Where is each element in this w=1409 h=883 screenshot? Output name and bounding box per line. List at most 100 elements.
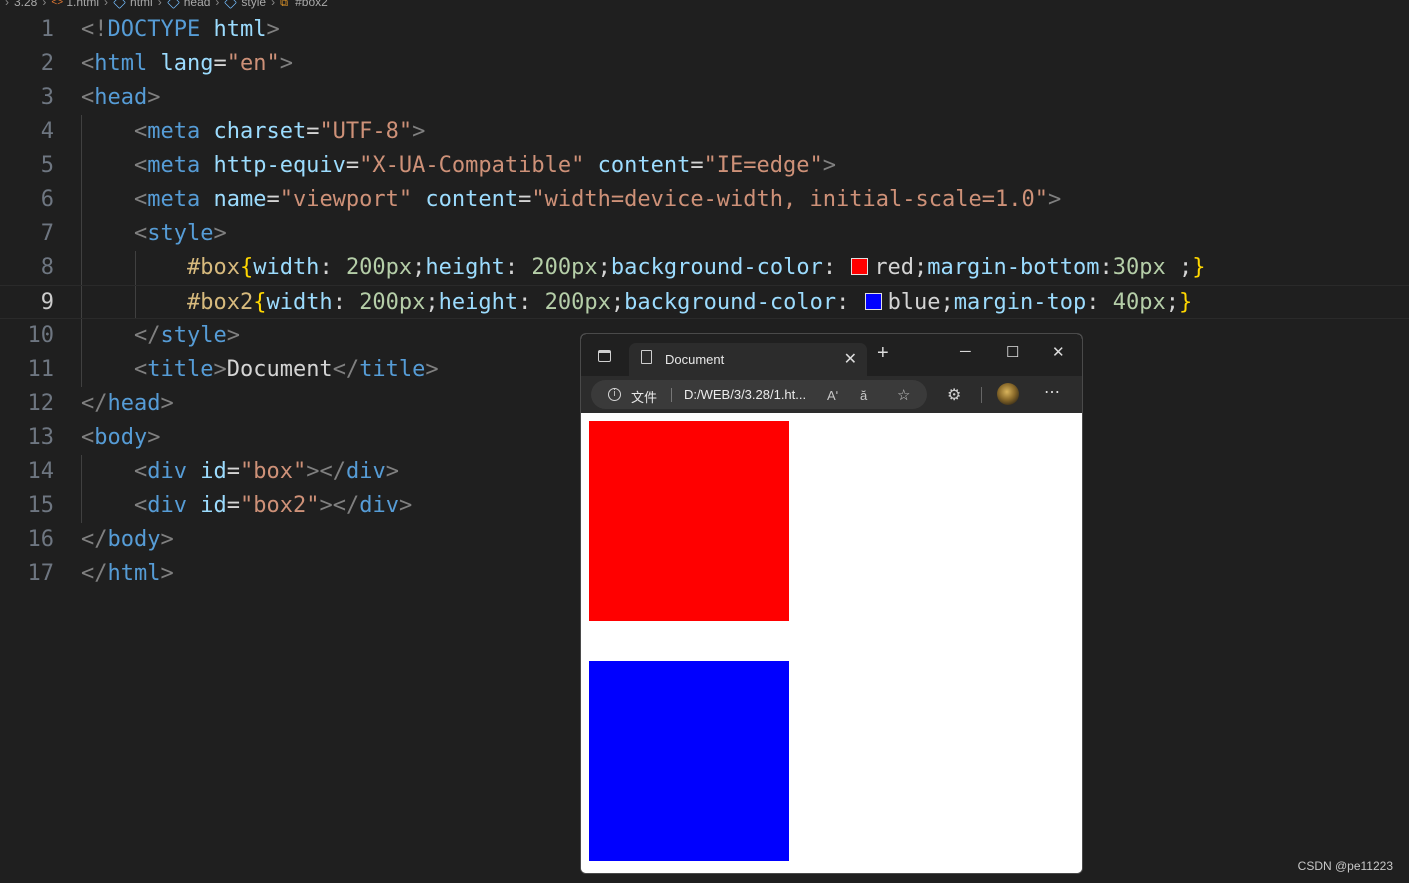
code-token: ;	[610, 290, 625, 315]
code-text: <style>	[81, 217, 227, 251]
code-line[interactable]: 4 <meta charset="UTF-8">	[0, 115, 1409, 149]
code-line[interactable]: 3 <head>	[0, 81, 1409, 115]
code-token: >	[147, 425, 161, 450]
code-token: html	[213, 17, 267, 42]
chevron-right-icon: ›	[5, 0, 9, 9]
html-file-icon: <>	[51, 0, 64, 8]
code-text: <!DOCTYPE html>	[81, 13, 280, 47]
code-text: </head>	[81, 387, 174, 421]
color-swatch[interactable]	[864, 293, 882, 310]
code-text: </html>	[81, 557, 174, 591]
page-viewport	[581, 413, 1082, 873]
chevron-right-icon: ›	[271, 0, 276, 9]
code-token: ;	[412, 255, 426, 280]
code-token: margin-top	[953, 290, 1087, 315]
tab-actions-icon[interactable]	[598, 350, 611, 362]
code-token: >	[822, 153, 837, 178]
code-line[interactable]: 8 #box{width: 200px;height: 200px;backgr…	[0, 251, 1409, 285]
code-line[interactable]: 9 #box2{width: 200px;height: 200px;backg…	[0, 285, 1409, 319]
code-text: <head>	[81, 81, 160, 115]
css-selector-icon: ⧉	[280, 0, 288, 9]
code-token: >	[1047, 187, 1062, 212]
profile-avatar[interactable]	[997, 383, 1019, 405]
code-token: }	[1192, 255, 1206, 280]
browser-toolbar: i 文件 D:/WEB/3/3.28/1.ht... Aʹ ă ☆ ⚙ ⋯	[581, 376, 1082, 413]
breadcrumb-selector[interactable]: › ⧉ #box2	[266, 0, 328, 9]
code-token: :	[319, 255, 346, 280]
info-icon[interactable]: i	[608, 388, 621, 401]
code-line[interactable]: 1 <!DOCTYPE html>	[0, 13, 1409, 47]
code-token: "width=device-width, initial-scale=1.0"	[531, 187, 1048, 212]
code-text: <meta name="viewport" content="width=dev…	[81, 183, 1061, 217]
read-aloud-icon[interactable]: Aʹ	[827, 388, 838, 403]
code-token: head	[94, 85, 148, 110]
line-number: 4	[40, 119, 54, 144]
code-token: :	[1086, 290, 1113, 315]
address-bar[interactable]: i 文件 D:/WEB/3/3.28/1.ht... Aʹ ă ☆	[591, 380, 927, 409]
more-options-icon[interactable]: ⋯	[1044, 382, 1061, 402]
code-text: <meta http-equiv="X-UA-Compatible" conte…	[81, 149, 836, 183]
code-token: :	[332, 290, 360, 315]
breadcrumb-head[interactable]: › head	[153, 0, 210, 9]
code-line[interactable]: 2 <html lang="en">	[0, 47, 1409, 81]
code-line[interactable]: 5 <meta http-equiv="X-UA-Compatible" con…	[0, 149, 1409, 183]
browser-tab[interactable]: Document ✕	[629, 343, 867, 377]
chevron-right-icon: ›	[104, 0, 109, 9]
red-box	[589, 421, 789, 621]
code-text: <html lang="en">	[81, 47, 293, 81]
code-text: <body>	[81, 421, 160, 455]
breadcrumb-style[interactable]: › style	[210, 0, 266, 9]
code-token: content	[597, 153, 691, 178]
color-swatch[interactable]	[851, 258, 869, 275]
line-number: 8	[40, 255, 54, 280]
minimize-icon[interactable]: ─	[960, 343, 971, 360]
code-token: Document	[226, 357, 333, 382]
favorite-star-icon[interactable]: ☆	[897, 386, 910, 404]
code-token: div	[147, 459, 187, 484]
line-number: 17	[27, 561, 55, 586]
code-token: :	[822, 255, 850, 280]
code-token: 200px	[531, 255, 598, 280]
url-text[interactable]: D:/WEB/3/3.28/1.ht...	[684, 387, 806, 402]
line-number: 9	[40, 290, 54, 315]
translate-icon[interactable]: ă	[860, 388, 867, 403]
line-number: 6	[40, 187, 54, 212]
browser-window: Document ✕ + ─ ☐ ✕ i 文件 D:/WEB/3/3.28/1.…	[580, 333, 1083, 874]
code-token: #box	[186, 255, 240, 280]
code-line[interactable]: 6 <meta name="viewport" content="width=d…	[0, 183, 1409, 217]
code-token: "box2"	[239, 493, 320, 518]
chevron-right-icon: ›	[42, 0, 47, 9]
code-token: "IE=edge"	[703, 153, 823, 178]
new-tab-icon[interactable]: +	[877, 342, 889, 365]
watermark: CSDN @pe11223	[1297, 859, 1393, 873]
code-token: <!	[81, 17, 108, 42]
divider	[671, 388, 672, 402]
maximize-icon[interactable]: ☐	[1006, 343, 1019, 361]
code-token: >	[425, 357, 439, 382]
breadcrumb-html[interactable]: › html	[99, 0, 153, 9]
code-token: meta	[147, 153, 201, 178]
code-token: <	[81, 85, 95, 110]
code-line[interactable]: 7 <style>	[0, 217, 1409, 251]
code-token: div	[359, 493, 399, 518]
close-tab-icon[interactable]: ✕	[844, 349, 857, 369]
page-icon	[641, 350, 652, 364]
breadcrumb-folder[interactable]: › 3.28	[0, 0, 37, 9]
breadcrumb-file[interactable]: › <> 1.html	[37, 0, 99, 9]
code-text: #box2{width: 200px;height: 200px;backgro…	[81, 286, 1192, 320]
line-number: 2	[40, 51, 54, 76]
extensions-icon[interactable]: ⚙	[947, 385, 961, 405]
site-label: 文件	[631, 391, 658, 406]
line-number: 11	[27, 357, 55, 382]
code-token: background-color	[610, 255, 823, 280]
code-token: =	[226, 459, 240, 484]
close-window-icon[interactable]: ✕	[1052, 343, 1065, 361]
